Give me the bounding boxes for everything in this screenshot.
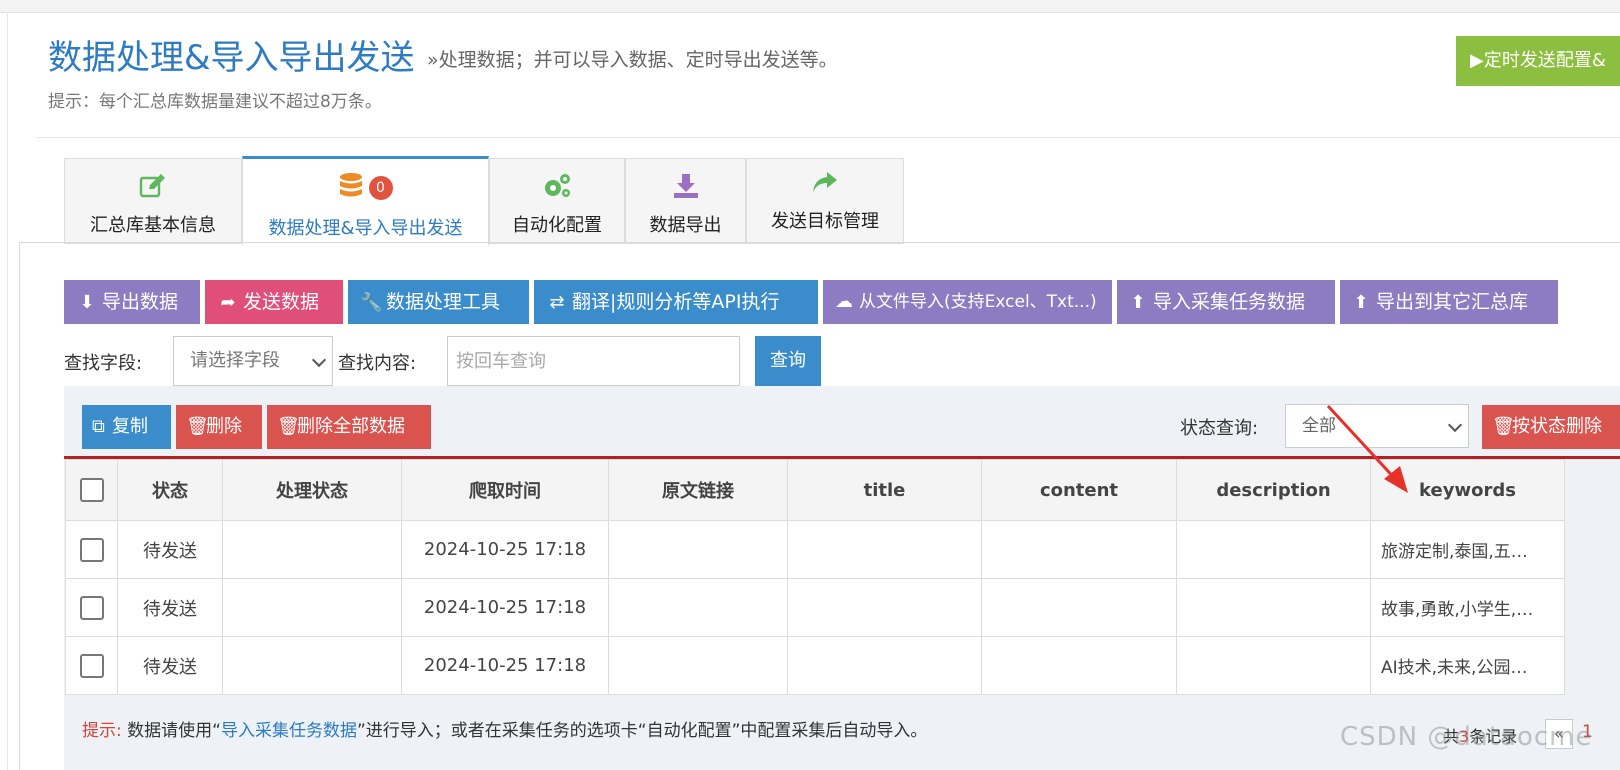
header-divider <box>36 137 1620 138</box>
tab-data-export[interactable]: 数据导出 <box>625 158 746 244</box>
page-hint: 提示：每个汇总库数据量建议不超过8万条。 <box>48 92 382 112</box>
tab-label: 汇总库基本信息 <box>90 215 216 236</box>
import-task-data-button[interactable]: ⬆ 导入采集任务数据 <box>1117 280 1335 324</box>
delete-by-status-button[interactable]: 🗑按状态删除 <box>1482 405 1620 449</box>
link-cell <box>608 636 788 695</box>
copy-icon: ⧉ <box>92 416 105 437</box>
left-border <box>7 12 8 770</box>
trash-icon: 🗑 <box>1492 416 1515 437</box>
title-cell <box>787 578 982 637</box>
gears-icon <box>490 171 624 201</box>
link-cell <box>608 578 788 637</box>
data-processing-tools-button[interactable]: 🔧 数据处理工具 <box>348 280 529 324</box>
column-header[interactable]: 爬取时间 <box>401 459 609 521</box>
keywords-cell: 故事,勇敢,小学生,… <box>1370 578 1565 637</box>
tab-basic-info[interactable]: 汇总库基本信息 <box>64 158 242 244</box>
search-content-label: 查找内容: <box>338 353 417 374</box>
import-task-data-link[interactable]: 导入采集任务数据 <box>221 721 357 741</box>
status-query-label: 状态查询: <box>1180 418 1259 439</box>
delete-all-button[interactable]: 🗑删除全部数据 <box>267 405 431 449</box>
search-input[interactable] <box>447 336 740 386</box>
watermark: CSDN @dataocme <box>1340 722 1593 752</box>
annotation-arrow <box>1326 404 1408 493</box>
tab-label: 自动化配置 <box>512 215 602 236</box>
select-all-checkbox[interactable] <box>79 478 104 502</box>
trash-icon: 🗑 <box>277 416 300 437</box>
search-field-label: 查找字段: <box>64 353 143 374</box>
description-cell <box>1176 520 1371 579</box>
edit-icon <box>65 171 241 201</box>
content-cell <box>981 636 1177 695</box>
column-header[interactable]: 原文链接 <box>608 459 788 521</box>
link-cell <box>608 520 788 579</box>
column-header[interactable]: title <box>787 459 982 521</box>
scheduled-send-config-button[interactable]: ▶定时发送配置& <box>1456 36 1620 86</box>
column-header[interactable]: 处理状态 <box>222 459 402 521</box>
query-button[interactable]: 查询 <box>755 336 821 386</box>
content-cell <box>981 578 1177 637</box>
chevron-down-icon <box>311 352 327 368</box>
delete-button[interactable]: 🗑删除 <box>176 405 262 449</box>
title-cell <box>787 520 982 579</box>
tab-automation[interactable]: 自动化配置 <box>489 158 625 244</box>
tab-panel-border <box>19 242 1620 243</box>
upload-icon: ⬆ <box>1130 292 1146 313</box>
import-from-file-button[interactable]: ☁ 从文件导入(支持Excel、Txt...) <box>823 280 1112 324</box>
wrench-icon: 🔧 <box>360 292 383 313</box>
translate-api-button[interactable]: ⇄ 翻译|规则分析等API执行 <box>534 280 818 324</box>
search-field-select[interactable]: 请选择字段 <box>173 336 333 386</box>
column-header[interactable]: content <box>981 459 1177 521</box>
table-row[interactable]: 待发送 2024-10-25 17:18 旅游定制,泰国,五… <box>65 520 1565 579</box>
page-subtitle: »处理数据；并可以导入数据、定时导出发送等。 <box>427 49 838 71</box>
select-all-cell <box>65 459 118 521</box>
download-icon: ⬇ <box>79 292 95 313</box>
copy-button[interactable]: ⧉ 复制 <box>82 405 171 449</box>
crawl-time-cell: 2024-10-25 17:18 <box>401 578 609 637</box>
table-row[interactable]: 待发送 2024-10-25 17:18 AI技术,未来,公园… <box>65 636 1565 695</box>
row-checkbox[interactable] <box>79 595 104 620</box>
description-cell <box>1176 578 1371 637</box>
page-title: 数据处理&导入导出发送 <box>48 38 415 78</box>
send-data-button[interactable]: ➦ 发送数据 <box>205 280 343 324</box>
chevron-down-icon <box>1447 417 1463 433</box>
process-status-cell <box>222 636 402 695</box>
crawl-time-cell: 2024-10-25 17:18 <box>401 520 609 579</box>
title-cell <box>787 636 982 695</box>
process-status-cell <box>222 520 402 579</box>
row-checkbox[interactable] <box>79 653 104 678</box>
crawl-time-cell: 2024-10-25 17:18 <box>401 636 609 695</box>
keywords-cell: AI技术,未来,公园… <box>1370 636 1565 695</box>
count-badge: 0 <box>368 176 393 200</box>
process-status-cell <box>222 578 402 637</box>
share-icon <box>747 167 903 197</box>
tab-panel-border-left <box>19 242 20 770</box>
top-strip <box>0 0 1620 13</box>
tab-data-processing[interactable]: 0 数据处理&导入导出发送 <box>242 156 489 246</box>
footer-hint: 提示: 数据请使用“导入采集任务数据”进行导入；或者在采集任务的选项卡“自动化配… <box>82 721 928 741</box>
status-cell: 待发送 <box>117 636 223 695</box>
tab-label: 数据导出 <box>649 215 722 236</box>
exchange-icon: ⇄ <box>549 292 565 313</box>
download-icon <box>626 171 745 201</box>
row-checkbox[interactable] <box>79 537 104 562</box>
trash-icon: 🗑 <box>186 416 209 437</box>
description-cell <box>1176 636 1371 695</box>
table-row[interactable]: 待发送 2024-10-25 17:18 故事,勇敢,小学生,… <box>65 578 1565 637</box>
share-icon: ➦ <box>220 292 236 313</box>
keywords-cell: 旅游定制,泰国,五… <box>1370 520 1565 579</box>
tab-send-targets[interactable]: 发送目标管理 <box>746 158 904 244</box>
database-icon <box>339 172 363 204</box>
tab-label: 数据处理&导入导出发送 <box>268 218 463 239</box>
column-header[interactable]: 状态 <box>117 459 223 521</box>
export-to-other-library-button[interactable]: ⬆ 导出到其它汇总库 <box>1340 280 1558 324</box>
status-cell: 待发送 <box>117 520 223 579</box>
tab-label: 发送目标管理 <box>771 211 879 232</box>
export-data-button[interactable]: ⬇ 导出数据 <box>64 280 200 324</box>
upload-icon: ⬆ <box>1353 292 1369 313</box>
status-cell: 待发送 <box>117 578 223 637</box>
content-cell <box>981 520 1177 579</box>
cloud-upload-icon: ☁ <box>835 291 853 312</box>
